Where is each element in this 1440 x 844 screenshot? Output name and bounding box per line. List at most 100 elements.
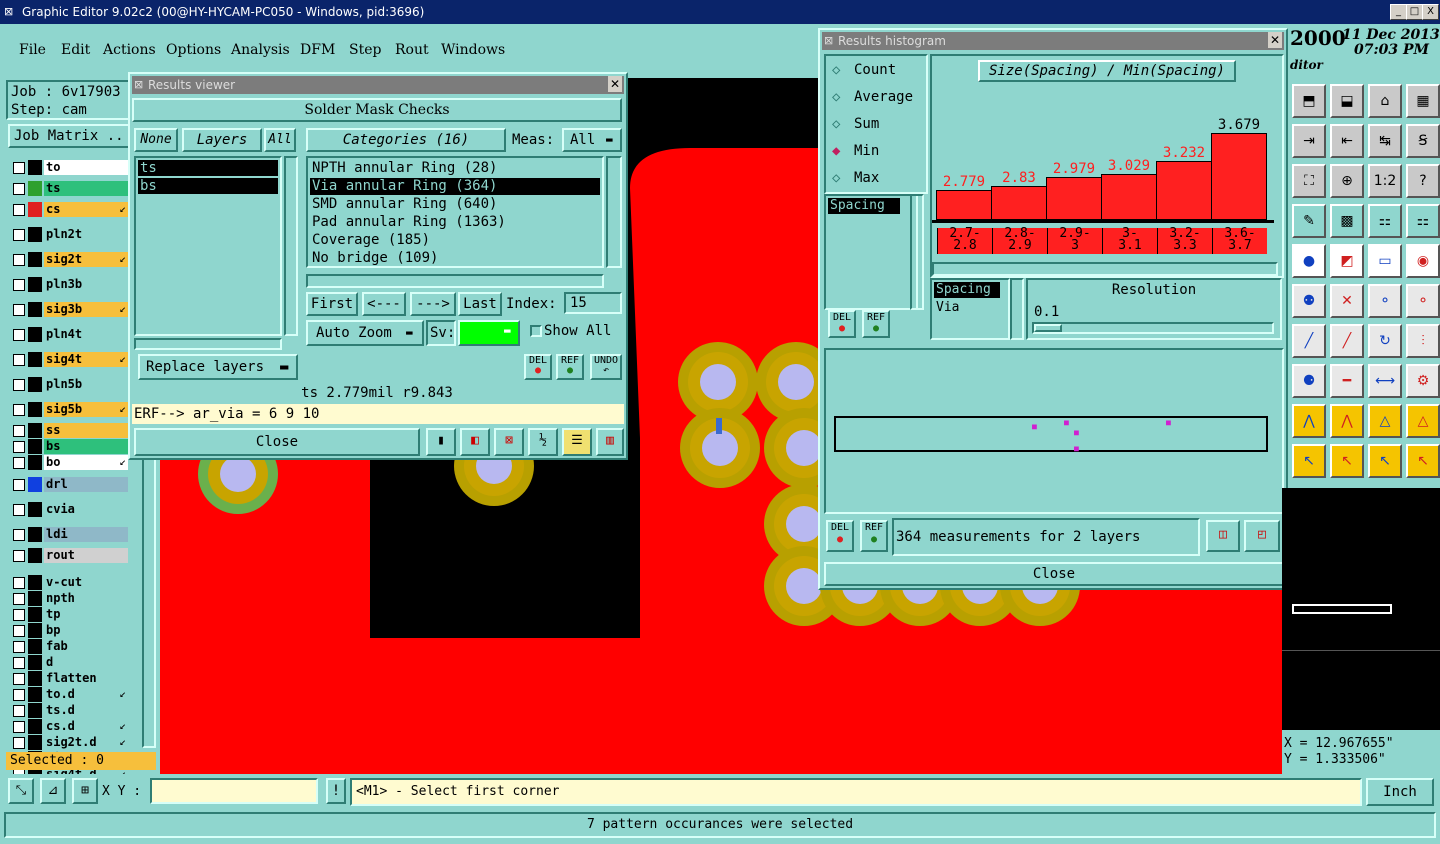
- export-icon[interactable]: ◫: [1206, 520, 1240, 552]
- minimize-button[interactable]: _: [1390, 4, 1407, 20]
- bang-button[interactable]: !: [326, 778, 346, 804]
- histogram-close-icon[interactable]: ✕: [1268, 32, 1282, 48]
- layer-row[interactable]: sig5b ↙: [10, 402, 128, 418]
- mode-radio-max[interactable]: ◇ Max: [830, 170, 926, 190]
- layer-checkbox[interactable]: [13, 329, 25, 341]
- layer-color-swatch[interactable]: [28, 455, 42, 470]
- layer-checkbox[interactable]: [13, 737, 25, 749]
- preview-ref-button[interactable]: REF ●: [860, 520, 888, 552]
- mode-radio-min[interactable]: ◆ Min: [830, 143, 926, 163]
- layer-row[interactable]: cs.d ↙: [10, 719, 128, 735]
- flip-icon[interactable]: ↹: [1368, 124, 1402, 158]
- layer-name[interactable]: pln3b: [44, 277, 128, 292]
- layer-row[interactable]: tp: [10, 607, 128, 623]
- grid-icon[interactable]: ▦: [1406, 84, 1440, 118]
- layer-name[interactable]: pln4t: [44, 327, 128, 342]
- layer-color-swatch[interactable]: [28, 735, 42, 750]
- layer-color-swatch[interactable]: [28, 402, 42, 417]
- pointer-step-icon[interactable]: ↖: [1406, 444, 1440, 478]
- pointer-icon[interactable]: ↖: [1292, 444, 1326, 478]
- layer-color-swatch[interactable]: [28, 591, 42, 606]
- layer-checkbox[interactable]: [13, 504, 25, 516]
- report-icon[interactable]: ▮: [426, 428, 456, 456]
- menu-edit[interactable]: Edit: [61, 42, 90, 58]
- angle-icon[interactable]: ⋀: [1292, 404, 1326, 438]
- layer-name[interactable]: to: [44, 160, 128, 175]
- measure-vscroll[interactable]: [910, 194, 924, 310]
- histogram-bar[interactable]: [1156, 161, 1212, 220]
- close-window-button[interactable]: X: [1422, 4, 1439, 20]
- pointer-alt-icon[interactable]: ↖: [1330, 444, 1364, 478]
- layer-row[interactable]: pln5b: [10, 377, 128, 393]
- selection-item[interactable]: Spacing: [934, 282, 1000, 298]
- layer-list-hscroll[interactable]: [134, 338, 282, 350]
- layer-checkbox[interactable]: [13, 354, 25, 366]
- zoom-box-icon[interactable]: ⤡: [8, 778, 34, 804]
- layer-color-swatch[interactable]: [28, 439, 42, 454]
- circle-select-icon[interactable]: ◉: [1406, 244, 1440, 278]
- mode-radio-count[interactable]: ◇ Count: [830, 62, 926, 82]
- preview-del-button[interactable]: DEL ●: [826, 520, 854, 552]
- angle-alt-icon[interactable]: ⋀: [1330, 404, 1364, 438]
- layer-checkbox[interactable]: [13, 689, 25, 701]
- s-curve-icon[interactable]: Ꞩ: [1406, 124, 1440, 158]
- house-icon[interactable]: ⌂: [1368, 84, 1402, 118]
- selection-vscroll[interactable]: [1010, 278, 1024, 340]
- menu-rout[interactable]: Rout: [395, 42, 429, 58]
- replace-layers-dropdown[interactable]: Replace layers ▬: [138, 354, 298, 380]
- layer-name[interactable]: v-cut: [44, 575, 128, 590]
- histogram-icon[interactable]: ▥: [596, 428, 624, 456]
- layer-name[interactable]: d: [44, 655, 128, 670]
- connect-icon[interactable]: ⚬: [1368, 284, 1402, 318]
- mode-radio-average[interactable]: ◇ Average: [830, 89, 926, 109]
- layer-color-swatch[interactable]: [28, 227, 42, 242]
- zoom-angle-icon[interactable]: ⊿: [40, 778, 66, 804]
- layer-row[interactable]: bp: [10, 623, 128, 639]
- layer-select-item[interactable]: bs: [138, 178, 278, 194]
- category-hscroll[interactable]: [306, 274, 604, 288]
- layer-name[interactable]: rout: [44, 548, 128, 563]
- ruler-icon[interactable]: ▭: [1368, 244, 1402, 278]
- measure-item[interactable]: Spacing: [828, 198, 900, 214]
- layer-color-swatch[interactable]: [28, 502, 42, 517]
- layer-checkbox[interactable]: [13, 204, 25, 216]
- layer-name[interactable]: bo: [44, 455, 128, 470]
- layer-row[interactable]: sig2t ↙: [10, 252, 128, 268]
- layer-name[interactable]: tp: [44, 607, 128, 622]
- chart-hscroll[interactable]: [932, 262, 1278, 276]
- layer-name[interactable]: pln2t: [44, 227, 128, 242]
- layer-row[interactable]: pln3b: [10, 277, 128, 293]
- layer-color-swatch[interactable]: [28, 548, 42, 563]
- layer-row[interactable]: flatten: [10, 671, 128, 687]
- layer-row[interactable]: sig2t.d ↙: [10, 735, 128, 751]
- hist-del-button[interactable]: DEL ●: [828, 310, 856, 338]
- layer-name[interactable]: cvia: [44, 502, 128, 517]
- measure-list[interactable]: Spacing: [824, 194, 918, 310]
- layers-none-button[interactable]: None: [134, 128, 178, 152]
- layers-all-button[interactable]: All: [264, 128, 296, 152]
- connect-alt-icon[interactable]: ⚬: [1406, 284, 1440, 318]
- layer-checkbox[interactable]: [13, 721, 25, 733]
- layer-row[interactable]: sig4t ↙: [10, 352, 128, 368]
- layer-name[interactable]: sig4t: [44, 352, 128, 367]
- layer-row[interactable]: ts.d: [10, 703, 128, 719]
- join-icon[interactable]: ⚉: [1292, 284, 1326, 318]
- histogram-bar[interactable]: [1211, 133, 1267, 220]
- layer-name[interactable]: cs.d: [44, 719, 128, 734]
- place-icon[interactable]: ⬒: [1292, 84, 1326, 118]
- layer-color-swatch[interactable]: [28, 607, 42, 622]
- category-item[interactable]: NPTH annular Ring (28): [310, 160, 600, 177]
- arrow-up-icon[interactable]: △: [1368, 404, 1402, 438]
- arc-icon[interactable]: ↻: [1368, 324, 1402, 358]
- category-item[interactable]: Coverage (185): [310, 232, 600, 249]
- layer-row[interactable]: ldi: [10, 527, 128, 543]
- layer-color-swatch[interactable]: [28, 687, 42, 702]
- histogram-bar[interactable]: [991, 186, 1047, 220]
- layer-row[interactable]: d: [10, 655, 128, 671]
- slider-thumb[interactable]: [1034, 324, 1062, 332]
- layer-color-swatch[interactable]: [28, 477, 42, 492]
- selection-list[interactable]: Spacing Via: [930, 278, 1010, 340]
- layer-checkbox[interactable]: [13, 404, 25, 416]
- layer-name[interactable]: ss: [44, 423, 128, 438]
- layer-row[interactable]: pln2t: [10, 227, 128, 243]
